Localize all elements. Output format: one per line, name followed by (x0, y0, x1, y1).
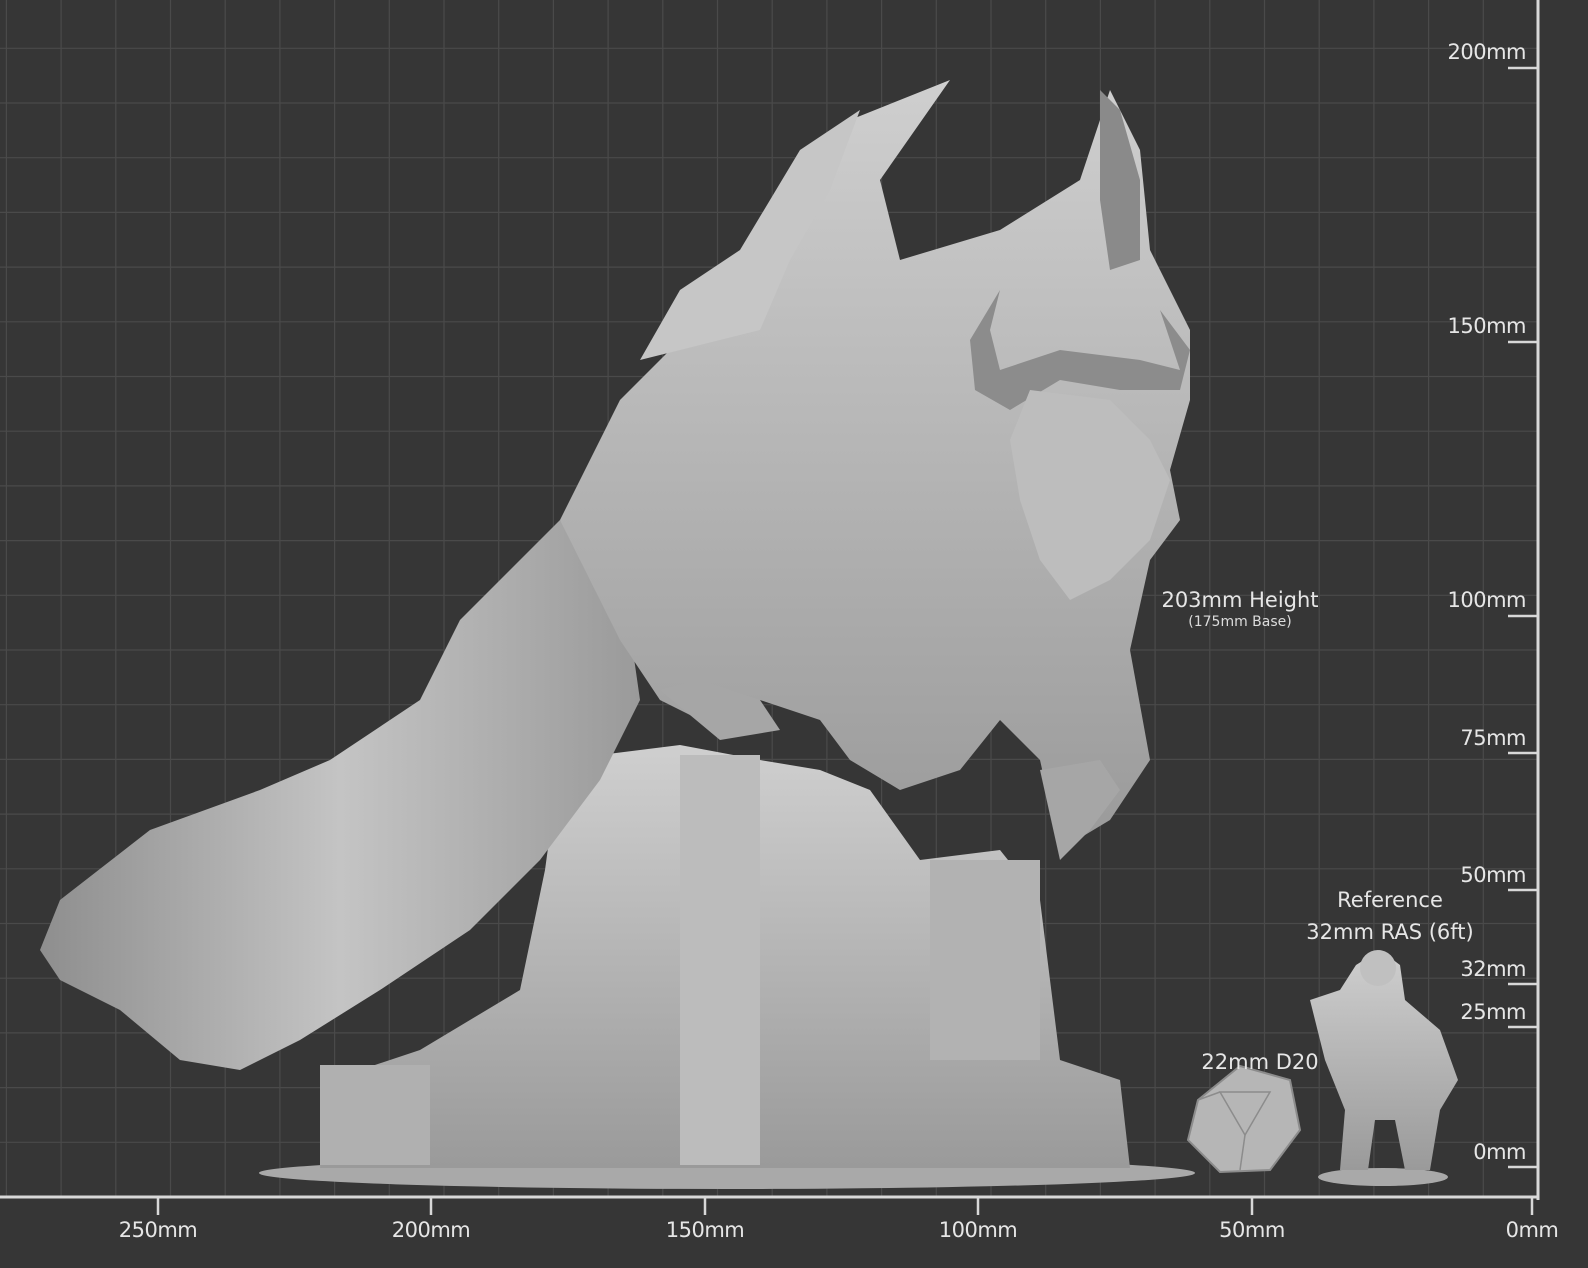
y-label-100mm: 100mm (1447, 588, 1527, 612)
y-label-200mm: 200mm (1447, 40, 1527, 64)
x-label-150mm: 150mm (665, 1218, 745, 1242)
x-label-250mm: 250mm (118, 1218, 198, 1242)
y-label-32mm: 32mm (1460, 957, 1526, 981)
x-label-50mm: 50mm (1219, 1218, 1285, 1242)
x-label-100mm: 100mm (938, 1218, 1018, 1242)
y-label-50mm: 50mm (1460, 863, 1526, 887)
x-label-200mm: 200mm (391, 1218, 471, 1242)
height-annotation: 203mm Height (1161, 588, 1319, 612)
tower (680, 755, 760, 1165)
dragon-model (40, 80, 1195, 1189)
y-label-75mm: 75mm (1460, 726, 1526, 750)
y-label-25mm: 25mm (1460, 1000, 1526, 1024)
reference-annotation-line2: 32mm RAS (6ft) (1306, 920, 1474, 944)
d20-dice-model (1186, 1064, 1302, 1174)
y-label-0mm: 0mm (1473, 1140, 1526, 1164)
size-comparison-render (0, 0, 1540, 1215)
x-label-0mm: 0mm (1505, 1218, 1559, 1242)
reference-annotation-line1: Reference (1337, 888, 1443, 912)
y-label-150mm: 150mm (1447, 314, 1527, 338)
base-annotation: (175mm Base) (1188, 614, 1292, 630)
house (930, 860, 1040, 1060)
dice-annotation: 22mm D20 (1201, 1050, 1319, 1074)
house (320, 1065, 430, 1165)
